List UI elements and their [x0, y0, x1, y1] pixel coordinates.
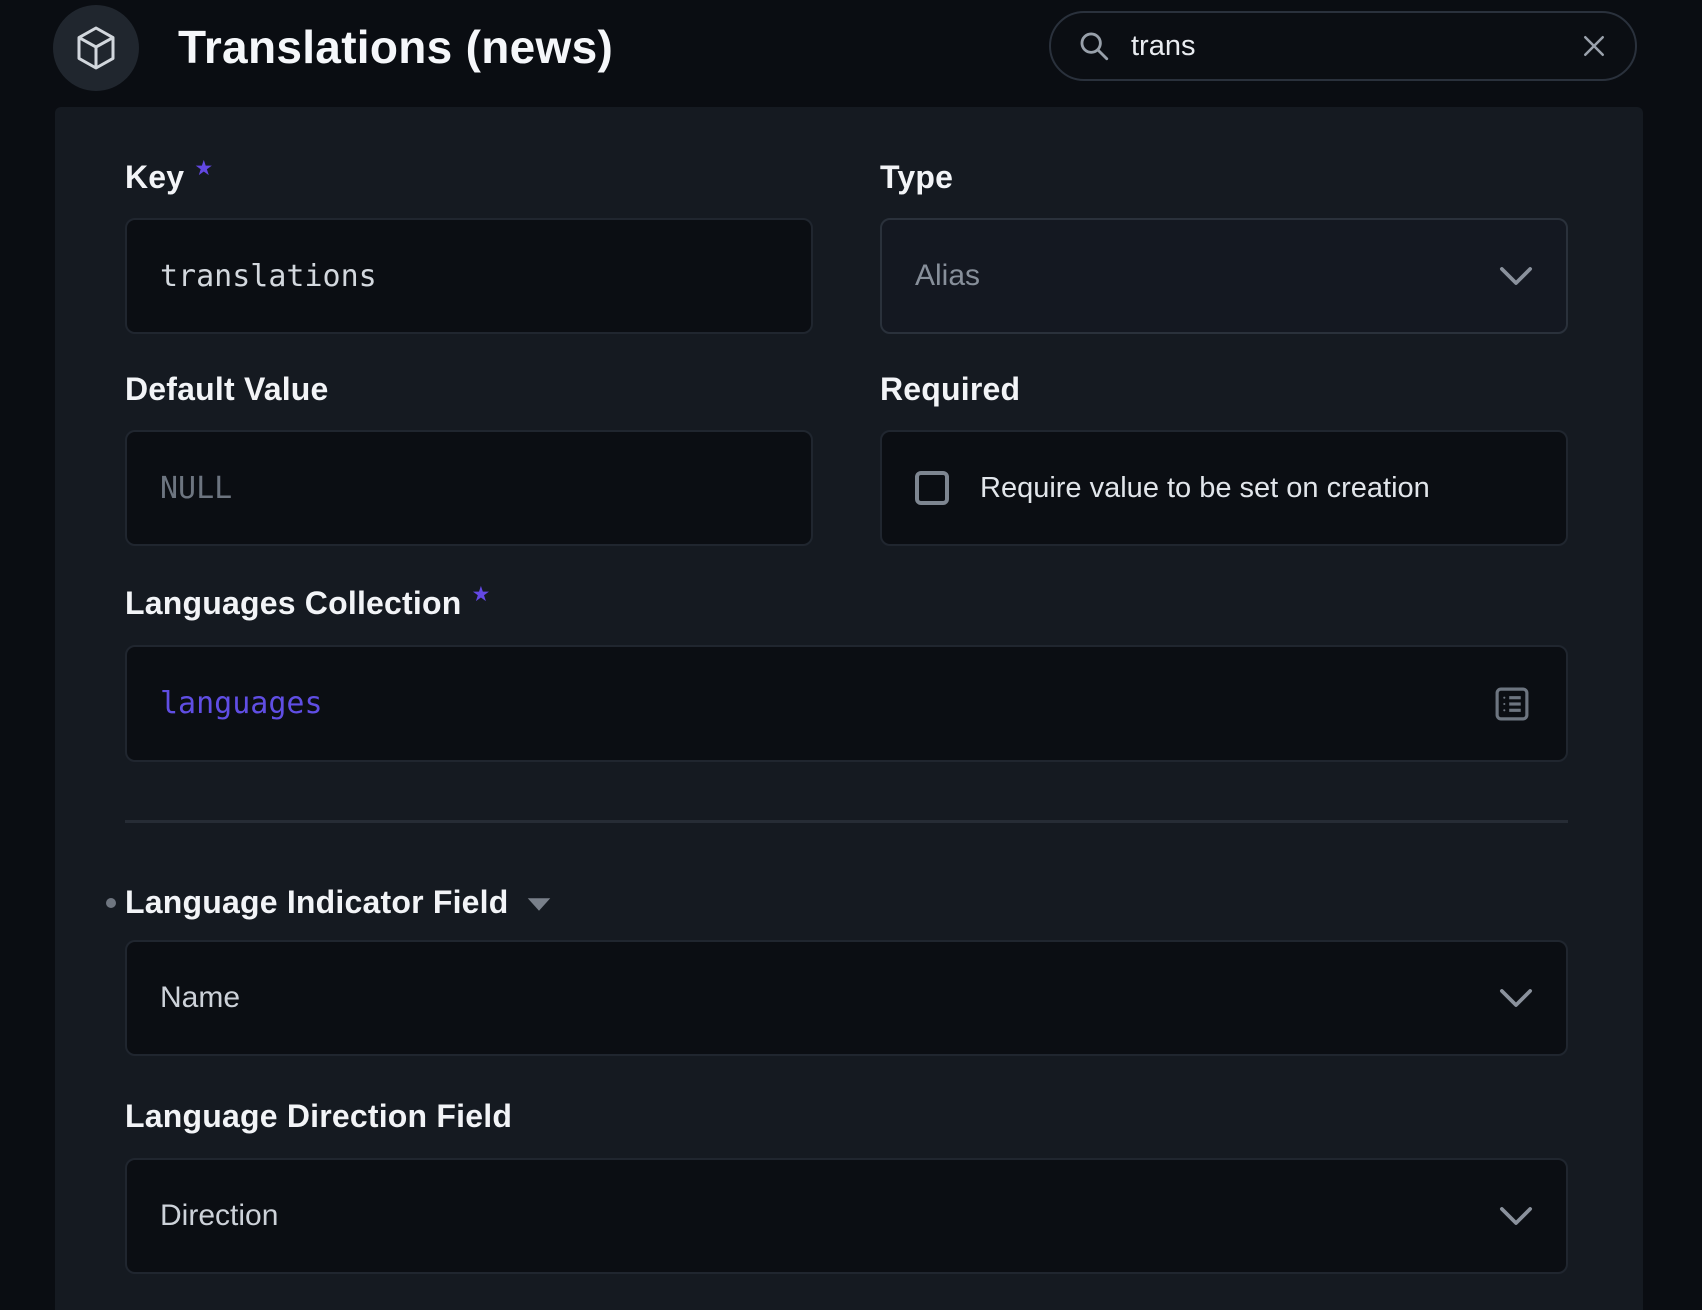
language-direction-select[interactable]: Direction: [125, 1158, 1568, 1274]
label-caret-icon[interactable]: [526, 897, 552, 912]
languages-collection-label: Languages Collection ★: [125, 585, 491, 622]
search-box[interactable]: [1049, 11, 1637, 81]
language-indicator-select[interactable]: Name: [125, 940, 1568, 1056]
languages-collection-label-text: Languages Collection: [125, 585, 461, 622]
edited-dot-icon: [106, 898, 116, 908]
required-star-icon: ★: [471, 582, 490, 607]
language-indicator-value: Name: [160, 981, 240, 1015]
cube-icon: [72, 24, 120, 72]
chevron-down-icon: [1499, 266, 1533, 286]
default-value-label: Default Value: [125, 371, 329, 408]
key-input[interactable]: [125, 218, 813, 334]
required-checkbox[interactable]: [915, 471, 949, 505]
type-label-text: Type: [880, 159, 953, 196]
collection-icon-badge: [53, 5, 139, 91]
chevron-down-icon: [1499, 988, 1533, 1008]
language-indicator-label[interactable]: Language Indicator Field: [125, 884, 552, 921]
required-label: Required: [880, 371, 1020, 408]
list-alt-icon: [1491, 683, 1533, 725]
language-indicator-label-text: Language Indicator Field: [125, 884, 509, 921]
search-input[interactable]: [1129, 29, 1561, 64]
chevron-down-icon: [1499, 1206, 1533, 1226]
language-direction-label: Language Direction Field: [125, 1098, 512, 1135]
key-label: Key ★: [125, 159, 213, 196]
search-icon: [1077, 29, 1111, 63]
languages-collection-input[interactable]: languages: [125, 645, 1568, 762]
languages-collection-value: languages: [160, 686, 323, 721]
default-value-label-text: Default Value: [125, 371, 329, 408]
key-label-text: Key: [125, 159, 184, 196]
required-toggle[interactable]: Require value to be set on creation: [880, 430, 1568, 546]
type-select[interactable]: Alias: [880, 218, 1568, 334]
clear-search-icon[interactable]: [1579, 31, 1609, 61]
default-value-input[interactable]: [125, 430, 813, 546]
select-collection-button[interactable]: [1491, 683, 1533, 725]
language-direction-value: Direction: [160, 1199, 278, 1233]
required-star-icon: ★: [194, 156, 213, 181]
type-label: Type: [880, 159, 953, 196]
required-label-text: Required: [880, 371, 1020, 408]
page-title: Translations (news): [178, 20, 613, 74]
type-select-value: Alias: [915, 259, 980, 293]
field-detail-panel: Key ★ Type Alias Default Value Required …: [55, 107, 1643, 1310]
language-direction-label-text: Language Direction Field: [125, 1098, 512, 1135]
required-checkbox-label: Require value to be set on creation: [980, 472, 1430, 505]
section-divider: [125, 820, 1568, 823]
